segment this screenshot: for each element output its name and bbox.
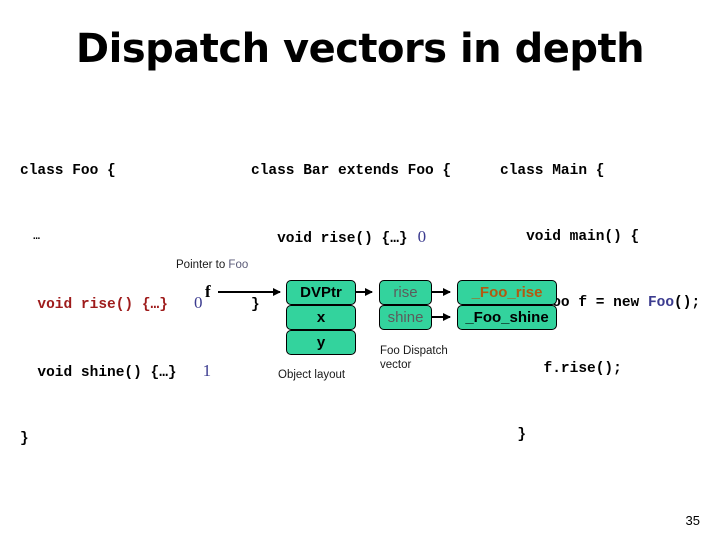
code-text: void rise() {…} <box>251 231 408 247</box>
page-title: Dispatch vectors in depth <box>75 26 645 72</box>
code-line: … <box>20 226 211 248</box>
code-line: } <box>500 424 700 446</box>
code-text: … <box>20 231 40 243</box>
function-body-foo-shine: _Foo_shine <box>457 305 557 330</box>
dispatch-vector-diagram: Pointer to Foo f DVPtr x y rise shine _F… <box>0 248 720 398</box>
pointer-label-prefix: Pointer to <box>176 259 229 271</box>
code-text: } <box>20 431 29 447</box>
dispatch-entry-shine: shine <box>379 305 432 330</box>
object-layout-label: Object layout <box>278 369 346 381</box>
object-field-x: x <box>286 305 356 330</box>
code-line: class Bar extends Foo { <box>251 160 451 182</box>
code-line: class Main { <box>500 160 700 182</box>
arrow-dvptr-to-dispatch-vector <box>356 287 373 296</box>
arrow-rise-to-foo-rise <box>432 287 451 296</box>
object-field-dvptr: DVPtr <box>286 280 356 305</box>
page-number: 35 <box>685 513 700 528</box>
code-text: class Bar extends Foo { <box>251 163 452 179</box>
code-text: } <box>500 427 527 443</box>
object-field-y: y <box>286 330 356 355</box>
code-line: void main() { <box>500 226 700 248</box>
code-text: void main() { <box>500 229 640 245</box>
dispatch-vector-label: Foo Dispatch vector <box>380 345 448 371</box>
vtable-index: 0 <box>417 227 427 246</box>
pointer-to-foo-label: Pointer to Foo <box>176 258 248 272</box>
code-line: } <box>20 428 211 450</box>
code-text: class Foo { <box>20 163 116 179</box>
code-line: class Foo { <box>20 160 211 182</box>
arrow-shine-to-foo-shine <box>432 312 451 321</box>
code-line: void rise() {…} 0 <box>251 226 451 250</box>
pointer-label-type: Foo <box>228 259 249 271</box>
function-body-foo-rise: _Foo_rise <box>457 280 557 305</box>
code-text: class Main { <box>500 163 605 179</box>
variable-f-label: f <box>205 282 211 301</box>
dispatch-entry-rise: rise <box>379 280 432 305</box>
arrow-f-to-object <box>218 287 281 296</box>
